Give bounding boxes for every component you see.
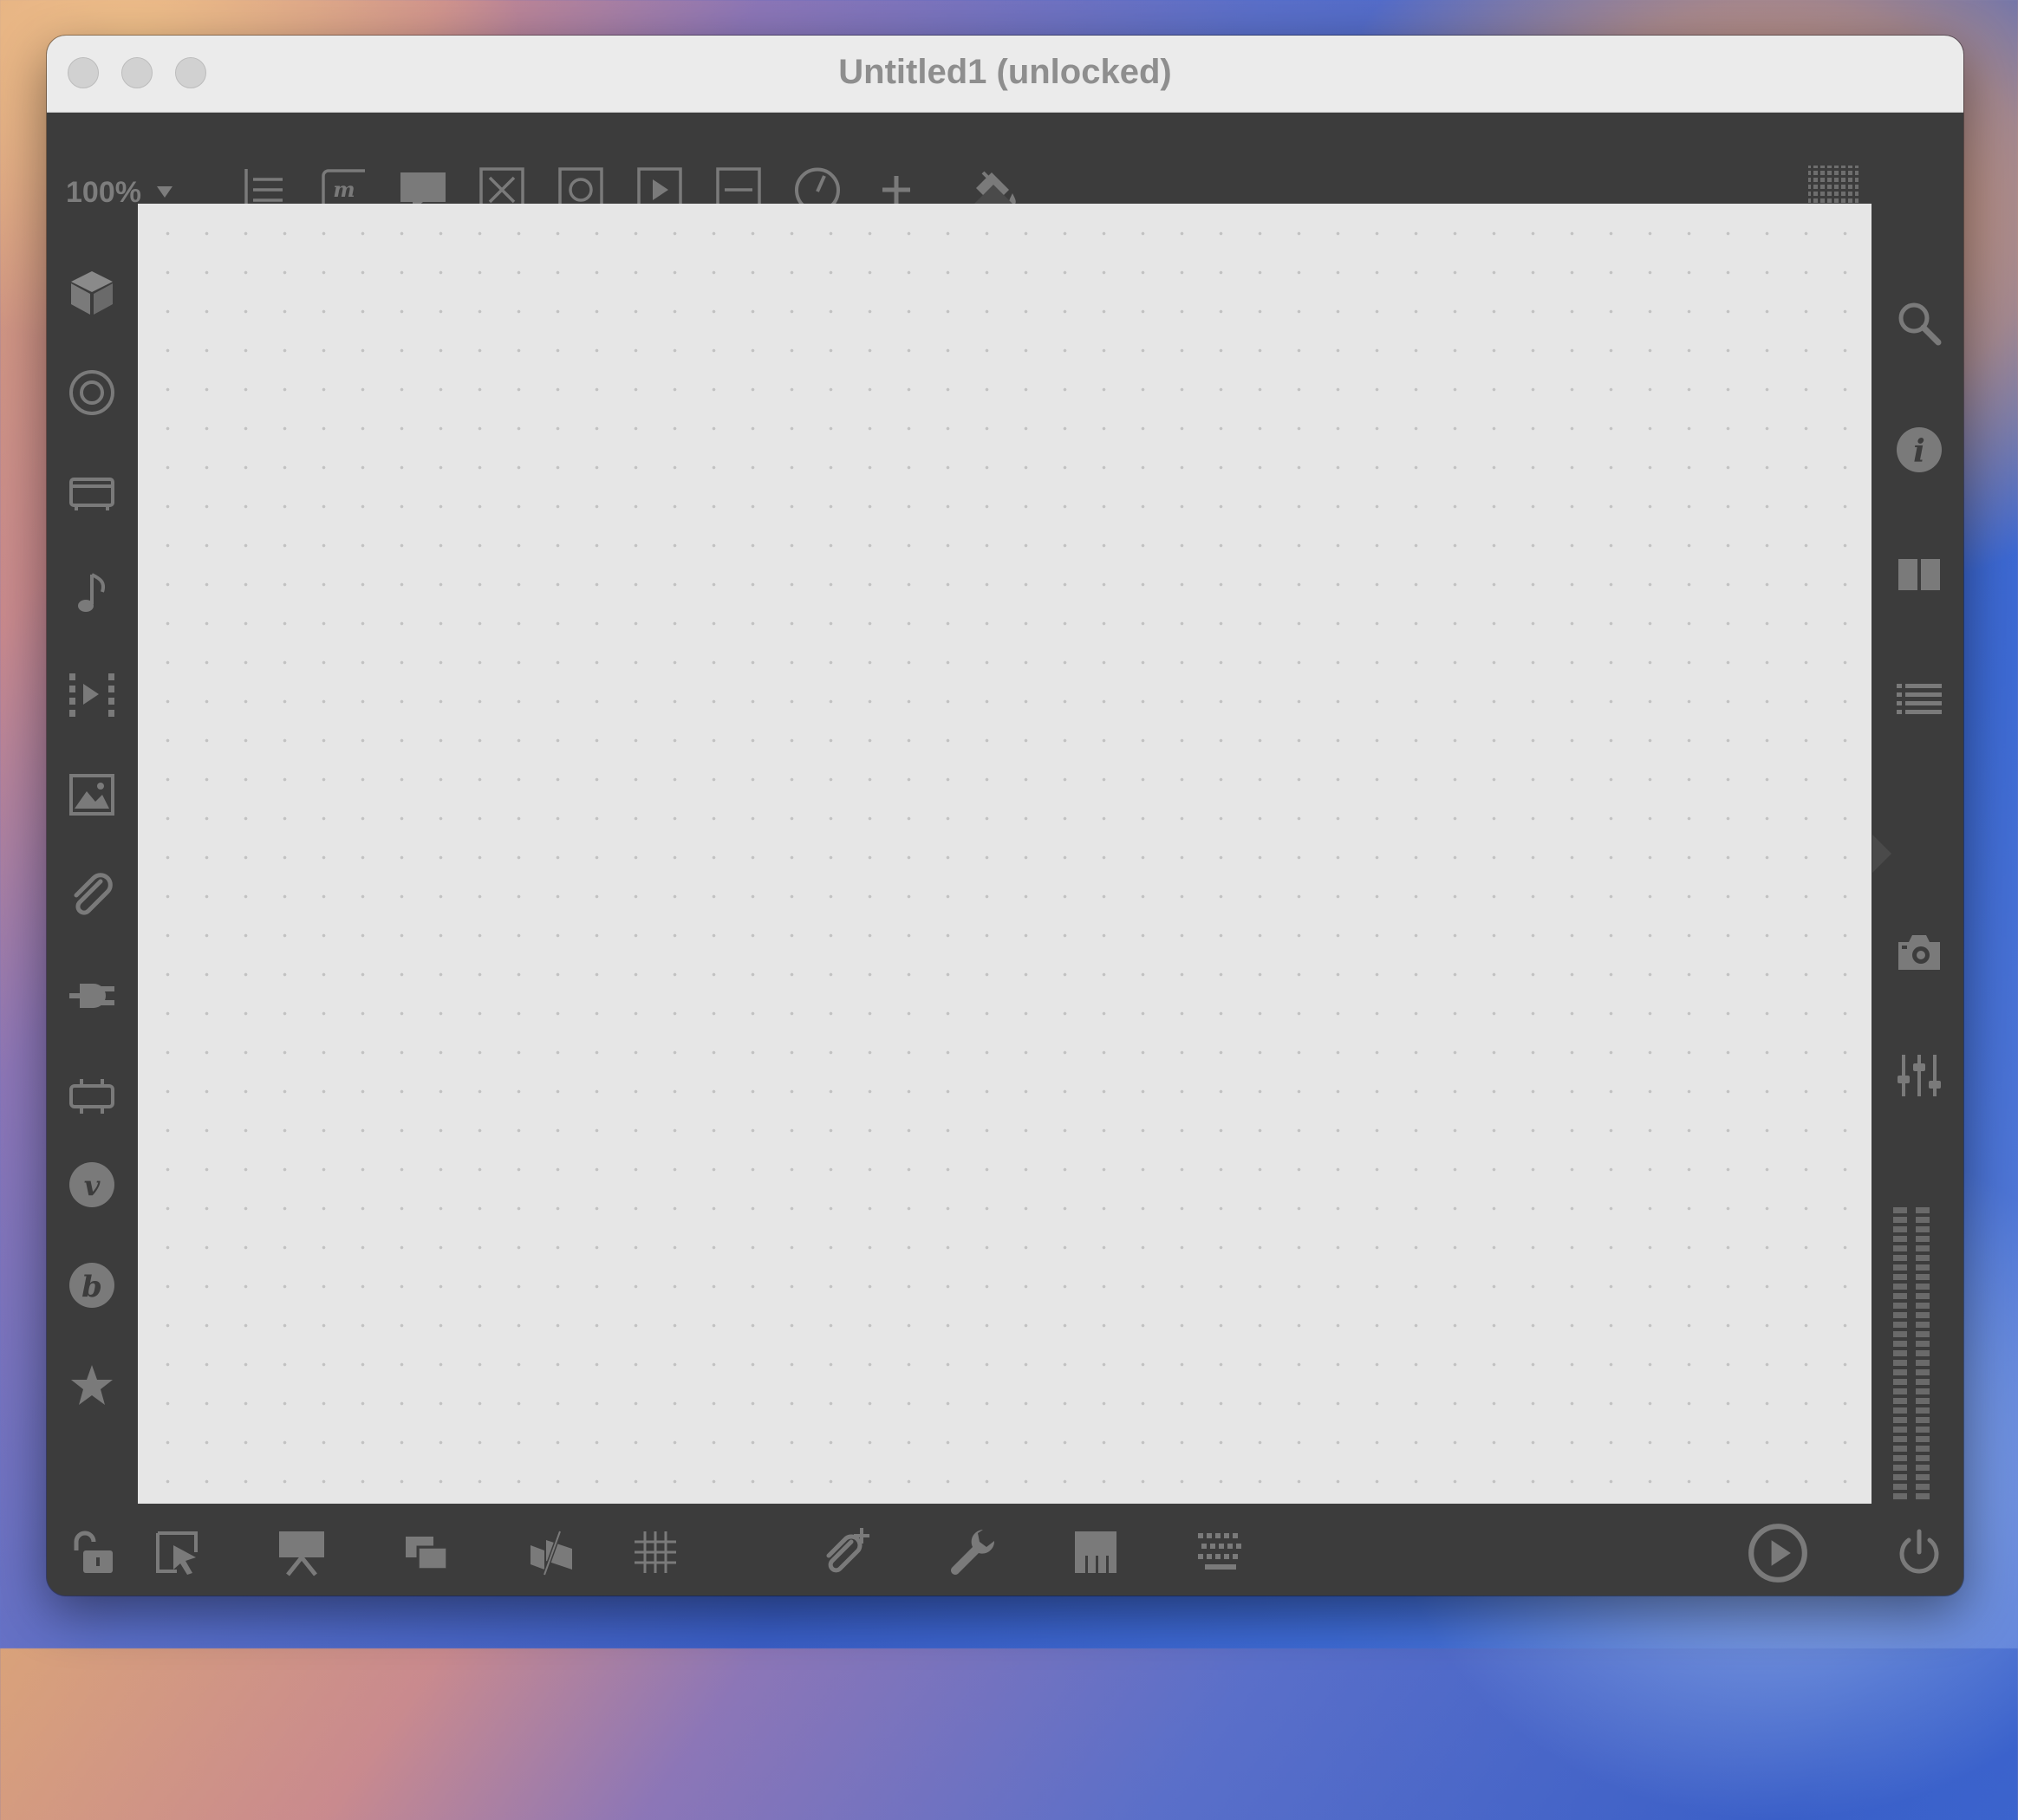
tv-icon[interactable]	[66, 467, 118, 519]
svg-text:b: b	[81, 1270, 102, 1304]
hardware-icon[interactable]	[66, 1070, 118, 1122]
grid-icon[interactable]	[629, 1526, 681, 1578]
music-note-icon[interactable]	[66, 568, 118, 620]
plug-icon[interactable]	[66, 970, 118, 1022]
video-step-icon[interactable]	[66, 668, 118, 720]
patcher-canvas[interactable]	[138, 204, 1872, 1504]
columns-icon[interactable]	[1893, 549, 1945, 601]
patcher-window: Untitled1 (unlocked) 100% m v b i	[47, 36, 1963, 1596]
svg-text:v: v	[84, 1169, 101, 1202]
chevron-down-icon[interactable]	[157, 186, 173, 198]
search-icon[interactable]	[1893, 297, 1945, 349]
camera-icon[interactable]	[1893, 926, 1945, 978]
play-circle-icon[interactable]	[1746, 1521, 1810, 1585]
mixer-icon[interactable]	[1893, 1050, 1945, 1102]
svg-text:i: i	[1913, 433, 1925, 470]
window-title: Untitled1 (unlocked)	[838, 53, 1172, 91]
select-pointer-icon[interactable]	[151, 1526, 203, 1578]
canvas-top-marker	[974, 185, 1012, 204]
layers-icon[interactable]	[400, 1526, 452, 1578]
vimeo-icon[interactable]: v	[66, 1159, 118, 1211]
info-icon[interactable]: i	[1893, 424, 1945, 476]
svg-text:m: m	[333, 177, 355, 202]
paperclip-icon[interactable]	[66, 869, 118, 921]
wrench-icon[interactable]	[945, 1526, 997, 1578]
list-icon[interactable]	[1893, 673, 1945, 725]
circle-target-icon[interactable]	[66, 367, 118, 419]
cube-icon[interactable]	[66, 266, 118, 318]
title-bar: Untitled1 (unlocked)	[47, 36, 1963, 113]
level-meter-right	[1916, 1207, 1930, 1502]
image-icon[interactable]	[66, 769, 118, 821]
level-meter-left	[1893, 1207, 1907, 1502]
keyboard-icon[interactable]	[1195, 1526, 1247, 1578]
lock-open-icon[interactable]	[66, 1526, 118, 1578]
canvas-right-marker	[1872, 835, 1891, 873]
power-icon[interactable]	[1893, 1526, 1945, 1578]
presentation-icon[interactable]	[276, 1526, 328, 1578]
piano-icon[interactable]	[1070, 1526, 1122, 1578]
bold-b-icon[interactable]: b	[66, 1259, 118, 1311]
add-attachment-icon[interactable]	[820, 1526, 872, 1578]
zoom-level-dropdown[interactable]: 100%	[66, 176, 141, 210]
star-icon[interactable]	[66, 1360, 118, 1412]
flags-icon[interactable]	[525, 1526, 577, 1578]
